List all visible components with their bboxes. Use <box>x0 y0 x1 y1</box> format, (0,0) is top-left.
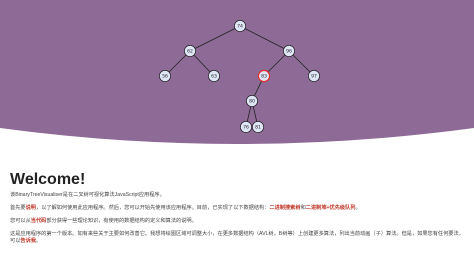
tree-node-80[interactable]: 80 <box>246 95 258 107</box>
theory-text-c: 部分获得一些理论知识，有使用的数据结构的定义和算法的说明。 <box>46 218 197 224</box>
tree-node-76[interactable]: 76 <box>240 121 252 133</box>
tree-node-label: 97 <box>311 74 317 80</box>
instructions-link[interactable]: 说明 <box>26 205 36 211</box>
tree-canvas[interactable]: 74 62 96 56 63 83 97 80 76 81 <box>0 0 474 148</box>
welcome-section: Welcome! 该BinaryTreeVisualiser是在二叉树可视化算法… <box>10 171 470 251</box>
tree-node-label: 56 <box>162 74 168 80</box>
tree-node-label: 96 <box>286 49 292 55</box>
bst-link[interactable]: 二进制搜索树 <box>269 205 300 211</box>
tree-node-label: 74 <box>237 24 243 30</box>
tree-node-label: 62 <box>187 49 193 55</box>
version-text-end: 。 <box>35 238 42 244</box>
instructions-text-c: ，以了解如何使用此应用程序。然后，您可以开始先使用该应用程序。目前，已实现了以下… <box>35 205 270 211</box>
tree-node-97[interactable]: 97 <box>308 70 320 82</box>
version-text: 这是应用程序的第一个版本。如有来些关于主要如何改善它。我想将绘图区域可调整大小，… <box>10 231 464 244</box>
tree-node-83[interactable]: 83 <box>257 69 271 83</box>
theory-paragraph: 您可以从当代码部分获得一些理论知识，有使用的数据结构的定义和算法的说明。 <box>10 218 470 225</box>
tree-node-label: 83 <box>261 74 267 80</box>
theory-text-a: 您可以从 <box>10 218 31 224</box>
intro-paragraph: 该BinaryTreeVisualiser是在二叉树可视化算法JavaScrip… <box>10 192 165 198</box>
version-paragraph: 这是应用程序的第一个版本。如有来些关于主要如何改善它。我想将绘图区域可调整大小，… <box>10 231 465 245</box>
tree-node-label: 80 <box>249 99 255 105</box>
instructions-text-a: 首先要 <box>10 205 26 211</box>
instructions-paragraph: 首先要说明，以了解如何使用此应用程序。然后，您可以开始先使用该应用程序。目前，已… <box>10 205 470 212</box>
tree-node-56[interactable]: 56 <box>159 70 171 82</box>
heap-link[interactable]: 二进制堆+优先级队列 <box>306 205 356 211</box>
contact-link[interactable]: 告诉我 <box>20 238 36 244</box>
page-title: Welcome! <box>10 171 86 188</box>
code-section-link[interactable]: 当代码 <box>31 218 47 224</box>
tree-node-label: 76 <box>243 125 249 131</box>
tree-node-label: 63 <box>211 74 217 80</box>
tree-node-label: 81 <box>255 125 261 131</box>
tree-node-62[interactable]: 62 <box>184 45 196 57</box>
instructions-text-g: 。 <box>355 205 361 211</box>
tree-node-81[interactable]: 81 <box>252 121 264 133</box>
tree-node-96[interactable]: 96 <box>283 45 295 57</box>
tree-node-74[interactable]: 74 <box>234 20 246 32</box>
tree-node-63[interactable]: 63 <box>208 70 220 82</box>
tree-visualization[interactable]: 74 62 96 56 63 83 97 80 76 81 <box>0 0 474 148</box>
